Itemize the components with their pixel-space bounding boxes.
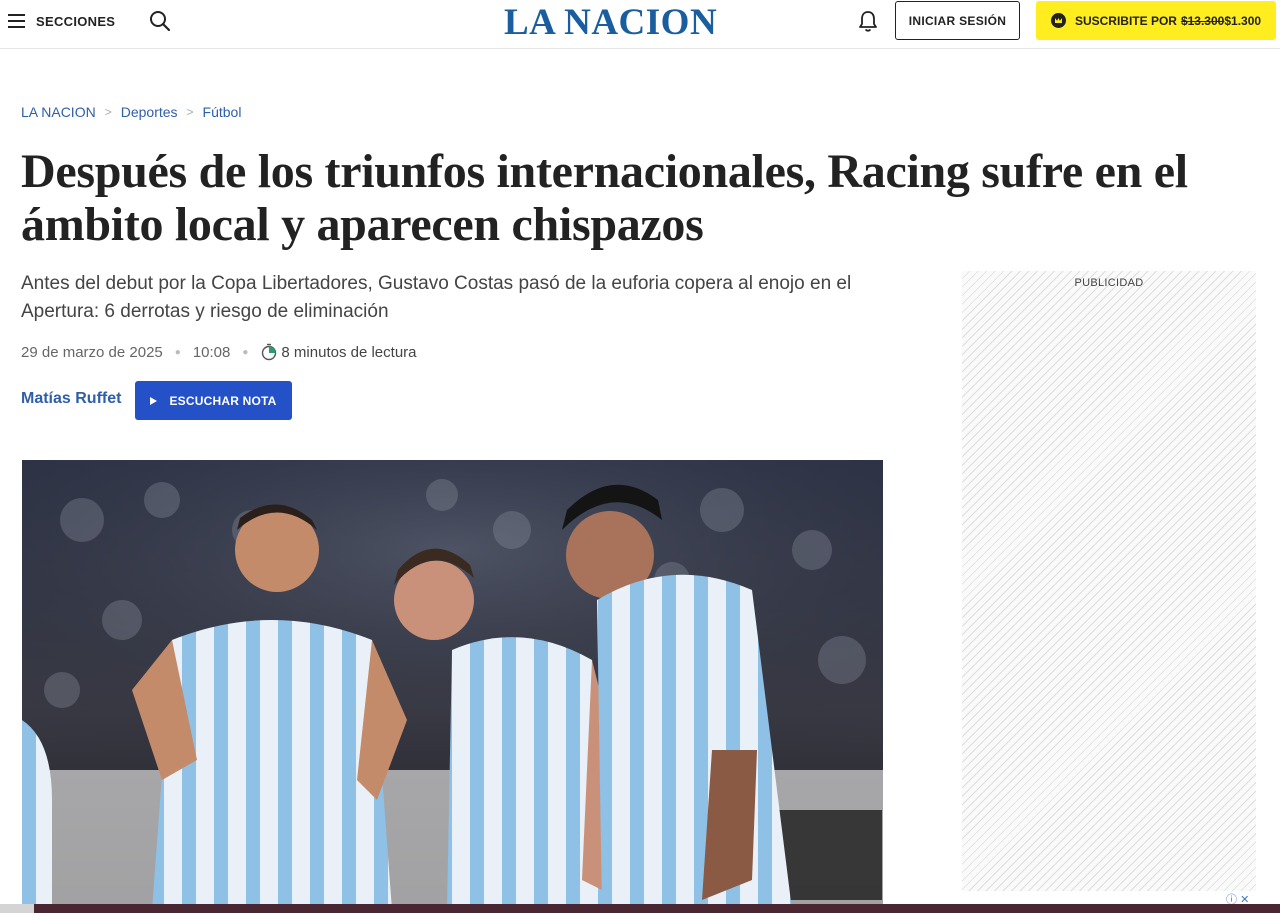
subscribe-new-price: $1.300	[1224, 13, 1262, 28]
author-link[interactable]: Matías Ruffet	[21, 390, 121, 408]
login-button[interactable]: INICIAR SESIÓN	[895, 1, 1020, 40]
search-icon[interactable]	[149, 10, 171, 32]
article-subtitle: Antes del debut por la Copa Libertadores…	[21, 273, 852, 322]
article-date: 29 de marzo de 2025	[21, 343, 163, 361]
site-logo[interactable]: LA NACION	[504, 1, 717, 44]
sections-menu-button[interactable]: SECCIONES	[8, 10, 115, 32]
hero-image	[22, 460, 883, 910]
meta-separator: ●	[174, 346, 181, 358]
bottom-banner	[0, 904, 1280, 913]
breadcrumb: LA NACION > Deportes > Fútbol	[21, 104, 241, 120]
breadcrumb-item-la-nacion[interactable]: LA NACION	[21, 104, 96, 120]
ad-label: PUBLICIDAD	[1074, 277, 1144, 289]
subscribe-button[interactable]: SUSCRIBITE POR $13.300 $1.300	[1036, 1, 1276, 40]
reading-time: 8 minutos de lectura	[281, 343, 417, 361]
timer-icon	[262, 343, 277, 361]
breadcrumb-separator: >	[104, 105, 112, 119]
crown-icon	[1050, 13, 1066, 28]
breadcrumb-item-deportes[interactable]: Deportes	[121, 104, 178, 120]
article-title: Después de los triunfos internacionales,…	[21, 145, 1188, 251]
sections-menu-label: SECCIONES	[36, 13, 116, 29]
site-header: SECCIONES LA NACION INICIAR SESIÓN SUSCR…	[0, 0, 1280, 49]
subscribe-old-price: $13.300	[1180, 13, 1225, 28]
ad-placeholder	[962, 271, 1256, 891]
hamburger-icon	[8, 14, 25, 28]
breadcrumb-separator: >	[186, 105, 194, 119]
listen-label: ESCUCHAR NOTA	[169, 393, 277, 408]
article-meta: 29 de marzo de 2025 ● 10:08 ● 8 minutos …	[21, 343, 417, 361]
article-time: 10:08	[192, 343, 231, 361]
listen-article-button[interactable]: ESCUCHAR NOTA	[135, 381, 292, 420]
breadcrumb-item-futbol[interactable]: Fútbol	[203, 104, 242, 120]
bell-icon[interactable]	[857, 9, 879, 33]
subscribe-label: SUSCRIBITE POR	[1074, 13, 1177, 28]
play-icon	[150, 396, 158, 405]
meta-separator: ●	[242, 346, 249, 358]
